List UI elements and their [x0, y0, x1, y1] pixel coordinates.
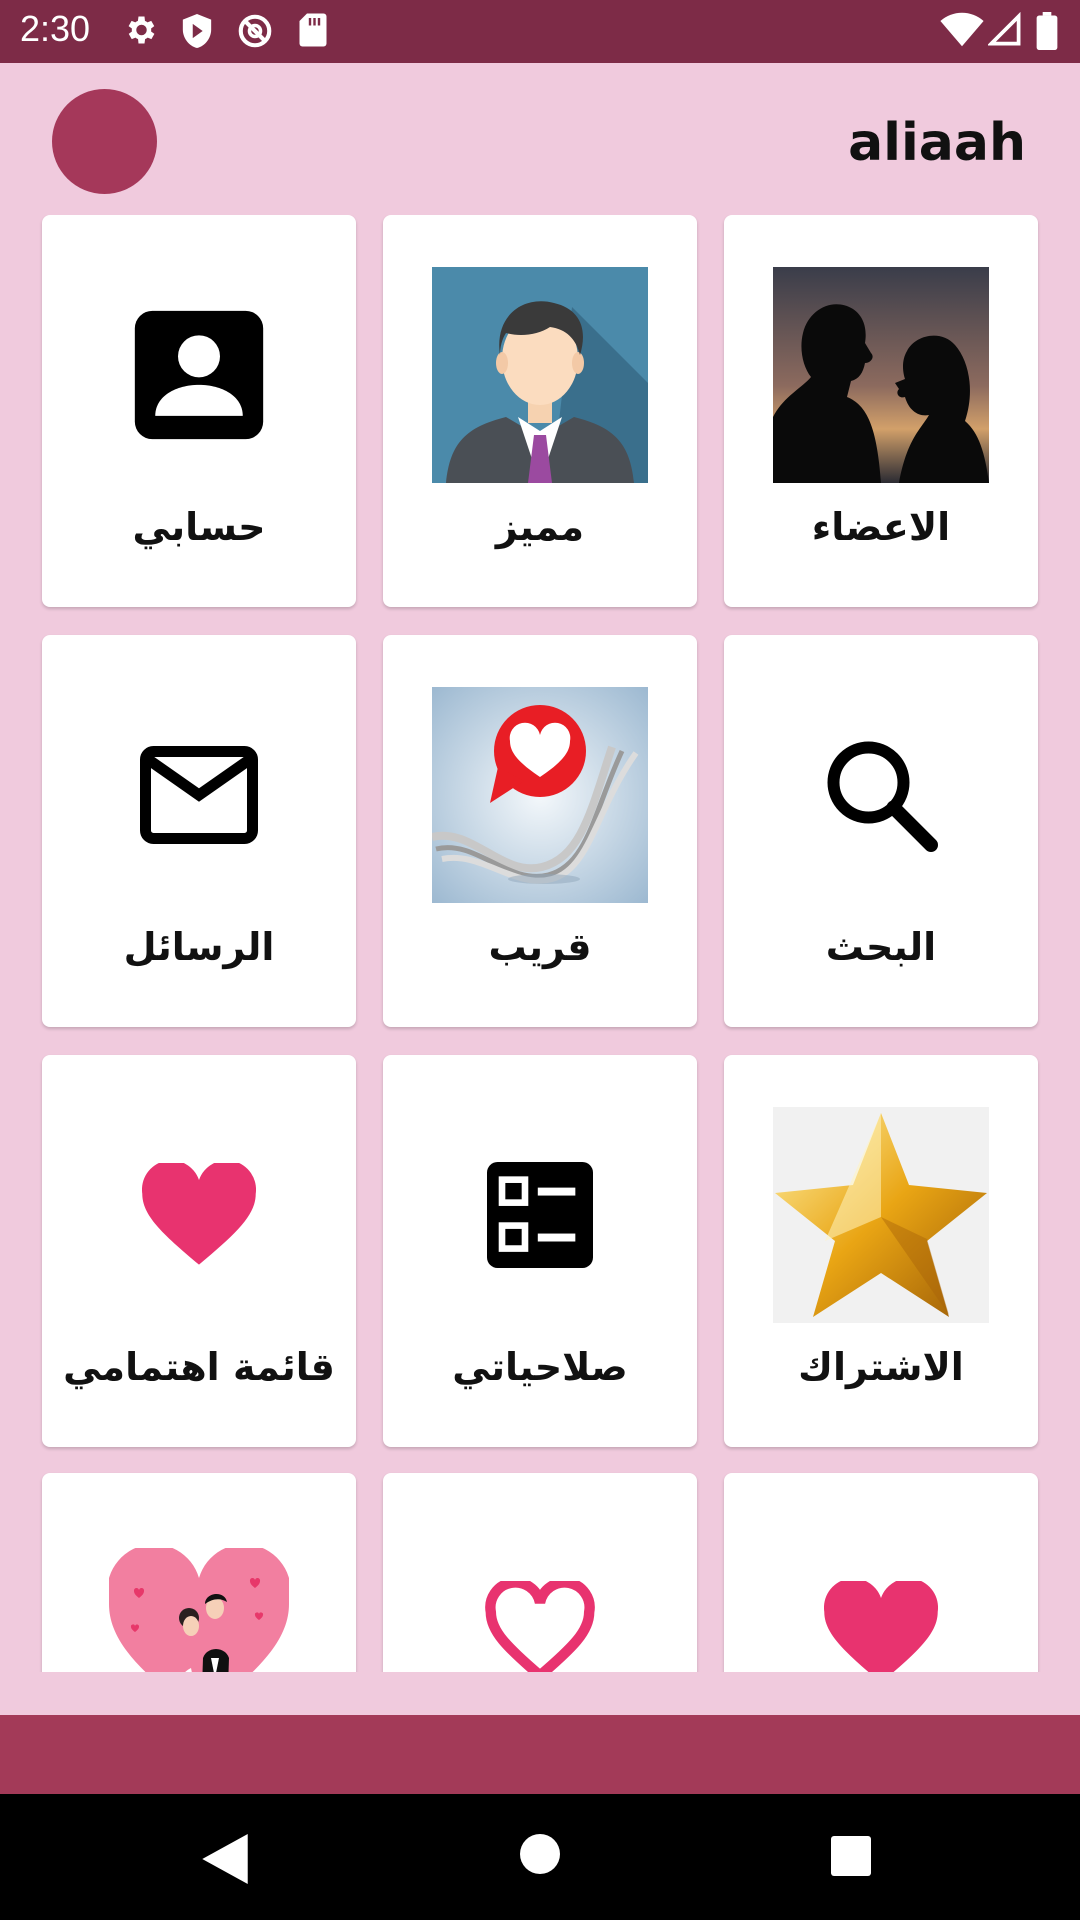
menu-grid[interactable]: الاعضاء مميز حسابي البحث قريب الرسائل ال…	[0, 215, 1080, 1672]
gear-icon	[128, 16, 155, 44]
card-favorites[interactable]: قائمة اهتمامي	[42, 1055, 356, 1447]
businessman-avatar	[432, 267, 648, 483]
bottom-bar	[0, 1715, 1080, 1794]
card-label: مميز	[495, 505, 585, 549]
card-label: قريب	[488, 925, 592, 969]
card-subscription[interactable]: الاشتراك	[724, 1055, 1038, 1447]
search-icon	[773, 687, 989, 903]
card-my-account[interactable]: حسابي	[42, 215, 356, 607]
card-permissions[interactable]: صلاحياتي	[383, 1055, 697, 1447]
card-label: قائمة اهتمامي	[63, 1345, 335, 1389]
status-time: 2:30	[20, 8, 91, 49]
card-wedding[interactable]	[42, 1473, 356, 1672]
card-featured[interactable]: مميز	[383, 215, 697, 607]
heart-outline-icon	[432, 1525, 648, 1672]
sd-card-icon	[299, 13, 327, 47]
shield-icon	[182, 14, 212, 48]
gold-star-photo	[773, 1107, 989, 1323]
app-header: aliaah	[0, 63, 1080, 215]
chat-heart-photo	[432, 687, 648, 903]
card-likes[interactable]	[724, 1473, 1038, 1672]
page-title: aliaah	[848, 113, 1026, 173]
back-icon[interactable]	[202, 1834, 248, 1884]
wifi-icon	[940, 12, 984, 47]
heart-icon	[773, 1525, 989, 1672]
card-label: الاشتراك	[798, 1345, 964, 1389]
wedding-couple-heart	[91, 1525, 307, 1672]
avatar[interactable]	[52, 89, 157, 194]
card-label: الرسائل	[123, 925, 275, 969]
couple-photo	[773, 267, 989, 483]
no-disturb-icon	[238, 14, 272, 48]
card-messages[interactable]: الرسائل	[42, 635, 356, 1027]
recents-icon[interactable]	[831, 1836, 871, 1876]
heart-icon	[91, 1107, 307, 1323]
card-members[interactable]: الاعضاء	[724, 215, 1038, 607]
status-bar: 2:30	[0, 0, 1080, 63]
system-nav-bar	[0, 1794, 1080, 1920]
card-interests[interactable]	[383, 1473, 697, 1672]
checklist-icon	[432, 1107, 648, 1323]
account-box-icon	[91, 267, 307, 483]
card-label: البحث	[825, 925, 937, 969]
card-label: صلاحياتي	[452, 1345, 628, 1389]
card-nearby[interactable]: قريب	[383, 635, 697, 1027]
card-search[interactable]: البحث	[724, 635, 1038, 1027]
signal-icon	[988, 12, 1021, 46]
battery-icon	[1036, 12, 1058, 50]
card-label: حسابي	[132, 505, 266, 549]
card-label: الاعضاء	[811, 505, 951, 549]
home-icon[interactable]	[520, 1834, 560, 1874]
mail-icon	[91, 687, 307, 903]
